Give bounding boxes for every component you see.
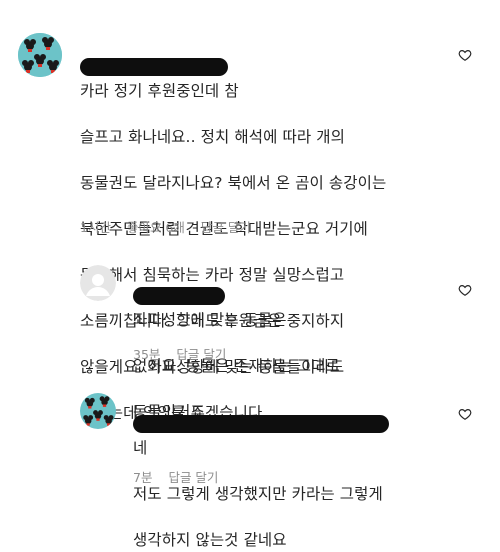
redacted-username — [133, 287, 225, 305]
redacted-username — [133, 415, 389, 433]
comment-3: 네 저도 그렇게 생각했지만 카라는 그렇게 생각하지 않는것 같네요 7분 답… — [0, 385, 500, 549]
mickey-avatar-icon — [18, 33, 62, 77]
comment-meta: 7분 답글 달기 — [133, 467, 218, 486]
mickey-avatar-icon — [80, 393, 116, 429]
user-avatar[interactable] — [80, 265, 116, 301]
comment-2: 좌파성향에 맞는 동물은 없어요. 동물은 존재하는 그대로 동물인거죠 35분… — [0, 255, 500, 421]
reply-button[interactable]: 답글 달기 — [176, 344, 226, 363]
heart-outline-icon[interactable] — [458, 407, 472, 421]
comment-time: 35분 — [133, 347, 161, 362]
user-avatar[interactable] — [18, 33, 62, 77]
likes-count[interactable]: 좋아요 6개 — [127, 217, 185, 236]
comment-time: 7분 — [133, 470, 153, 485]
comment-meta: 1시간 좋아요 6개 답글 달기 — [80, 217, 251, 236]
comment-1: 카라 정기 후원중인데 참 슬프고 화나네요.. 정치 해석에 따라 개의 동물… — [0, 0, 500, 422]
comment-meta: 35분 답글 달기 — [133, 344, 226, 363]
comment-time: 1시간 — [80, 220, 111, 235]
reply-button[interactable]: 답글 달기 — [168, 467, 218, 486]
heart-outline-icon[interactable] — [458, 283, 472, 297]
heart-outline-icon[interactable] — [458, 48, 472, 62]
user-avatar[interactable] — [80, 393, 116, 429]
reply-button[interactable]: 답글 달기 — [201, 217, 251, 236]
default-avatar-icon — [80, 265, 116, 301]
redacted-username — [80, 58, 228, 76]
